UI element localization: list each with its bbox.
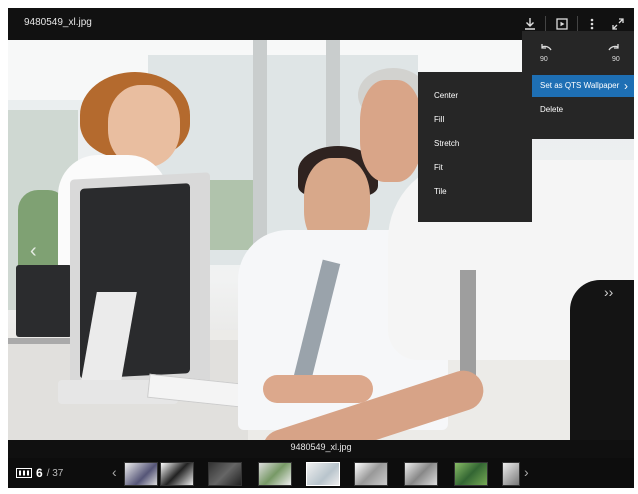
submenu-item-center[interactable]: Center <box>418 86 532 106</box>
next-image-arrow[interactable]: ›› <box>604 284 613 300</box>
photo-viewer: 9480549_xl.jpg ‹ ›› 9480549_xl.jpg 6 / 3… <box>8 8 634 488</box>
thumbnail[interactable] <box>404 462 438 486</box>
thumbnail[interactable] <box>160 462 194 486</box>
filmstrip-prev-arrow[interactable]: ‹ <box>112 464 117 480</box>
submenu-item-fit[interactable]: Fit <box>418 158 532 178</box>
filmstrip-icon[interactable] <box>16 468 32 478</box>
image-caption: 9480549_xl.jpg <box>290 442 352 452</box>
thumbnail[interactable] <box>354 462 388 486</box>
chevron-right-icon: › <box>624 79 628 93</box>
menu-item-set-wallpaper[interactable]: Set as QTS Wallpaper › <box>522 75 634 97</box>
file-name: 9480549_xl.jpg <box>24 17 92 28</box>
current-index: 6 <box>36 466 43 480</box>
rotate-right-button[interactable]: 90 <box>602 41 626 65</box>
filmstrip-bar: 6 / 37 ‹ › <box>8 458 634 488</box>
wallpaper-submenu: Center Fill Stretch Fit Tile <box>418 72 532 222</box>
filmstrip-next-arrow[interactable]: › <box>524 464 529 480</box>
rotate-left-label: 90 <box>540 56 548 63</box>
thumbnail[interactable] <box>502 462 520 486</box>
total-count: / 37 <box>46 467 64 479</box>
submenu-item-fill[interactable]: Fill <box>418 110 532 130</box>
more-options-menu: 90 90 Set as QTS Wallpaper › Delete <box>522 31 634 139</box>
thumbnail[interactable] <box>124 462 158 486</box>
menu-item-delete[interactable]: Delete <box>522 99 634 121</box>
rotate-right-label: 90 <box>612 56 620 63</box>
menu-item-label: Delete <box>540 105 564 114</box>
thumbnail[interactable] <box>258 462 292 486</box>
menu-item-label: Set as QTS Wallpaper <box>540 81 620 90</box>
thumbnail-selected[interactable] <box>306 462 340 486</box>
rotate-left-button[interactable]: 90 <box>534 41 558 65</box>
previous-image-arrow[interactable]: ‹ <box>30 240 37 263</box>
image-counter: 6 / 37 <box>16 466 63 480</box>
thumbnail[interactable] <box>454 462 488 486</box>
submenu-item-tile[interactable]: Tile <box>418 182 532 202</box>
thumbnail[interactable] <box>208 462 242 486</box>
submenu-item-stretch[interactable]: Stretch <box>418 134 532 154</box>
